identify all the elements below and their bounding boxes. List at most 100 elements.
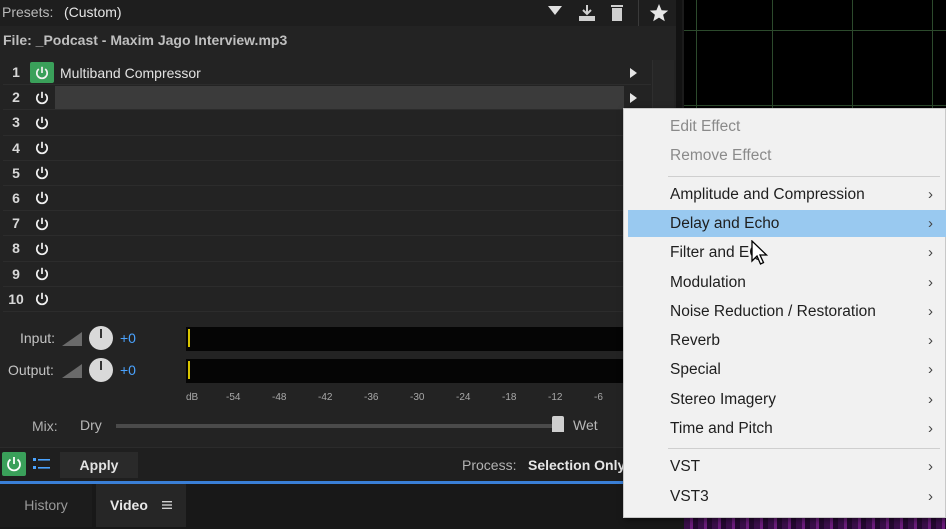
list-icon[interactable] <box>32 455 52 473</box>
slot-power-button[interactable] <box>30 289 54 310</box>
output-gain-value[interactable]: +0 <box>120 362 136 378</box>
menu-item-modulation[interactable]: Modulation › <box>628 269 946 296</box>
slot-power-button[interactable] <box>30 112 54 133</box>
chevron-right-icon: › <box>928 214 933 232</box>
slot-effect-field[interactable] <box>55 212 624 235</box>
slot-power-button[interactable] <box>30 238 54 259</box>
slot-effect-field[interactable] <box>55 288 624 311</box>
menu-item-label: Stereo Imagery <box>670 390 776 408</box>
chevron-right-icon: › <box>928 273 933 291</box>
mix-slider-track[interactable] <box>116 424 556 428</box>
input-level-meter <box>186 327 626 351</box>
chevron-right-icon: › <box>928 185 933 203</box>
chevron-right-icon: › <box>928 302 933 320</box>
slot-power-button[interactable] <box>30 213 54 234</box>
effect-slot[interactable]: 6 <box>3 186 651 212</box>
output-gain-knob[interactable] <box>89 358 113 382</box>
slot-number: 1 <box>12 64 20 80</box>
input-gain-value[interactable]: +0 <box>120 330 136 346</box>
effect-slot[interactable]: 4 <box>3 136 651 161</box>
chevron-right-icon: › <box>928 458 933 476</box>
presets-dropdown[interactable]: (Custom) <box>64 4 122 20</box>
meter-scale: dB -54 -48 -42 -36 -30 -24 -18 -12 -6 <box>186 392 626 406</box>
slot-number: 2 <box>12 89 20 106</box>
effect-slot[interactable]: 3 <box>3 110 651 136</box>
star-icon[interactable] <box>648 3 670 23</box>
tab-video[interactable]: Video <box>96 484 186 527</box>
slot-effect-field[interactable] <box>55 111 624 134</box>
input-gain-knob[interactable] <box>89 326 113 350</box>
power-icon <box>7 457 21 472</box>
menu-item-edit-effect: Edit Effect <box>628 113 946 140</box>
slot-effect-field[interactable] <box>55 137 624 160</box>
master-power-button[interactable] <box>2 452 26 476</box>
mix-label: Mix: <box>32 418 58 434</box>
effect-slot[interactable]: 8 <box>3 236 651 262</box>
menu-item-vst[interactable]: VST › <box>628 453 946 480</box>
slot-number: 7 <box>12 215 20 232</box>
slot-power-button[interactable] <box>30 163 54 184</box>
meter-scale-label: -48 <box>272 392 287 403</box>
grid-line <box>684 30 946 31</box>
power-icon <box>36 267 48 281</box>
tab-history[interactable]: History <box>0 484 92 527</box>
chevron-right-icon: › <box>928 361 933 379</box>
presets-label: Presets: <box>2 4 54 20</box>
menu-item-time-and-pitch[interactable]: Time and Pitch › <box>628 415 946 442</box>
mouse-pointer-icon <box>751 240 768 265</box>
effect-slot[interactable]: 2 <box>3 85 651 111</box>
chevron-down-icon[interactable] <box>548 6 562 15</box>
menu-item-vst3[interactable]: VST3 › <box>628 483 946 510</box>
slot-effect-field[interactable] <box>55 187 624 210</box>
effect-slot[interactable]: 5 <box>3 161 651 186</box>
menu-item-label: VST <box>670 458 701 476</box>
menu-item-noise-reduction-restoration[interactable]: Noise Reduction / Restoration › <box>628 298 946 325</box>
effect-slot[interactable]: 7 <box>3 211 651 237</box>
panel-tab-bar: History Video <box>0 484 690 529</box>
meter-peak-marker <box>188 361 190 379</box>
grid-line <box>684 105 946 106</box>
effect-slot[interactable]: 1 Multiband Compressor <box>3 60 651 86</box>
apply-button[interactable]: Apply <box>60 452 138 478</box>
save-preset-icon[interactable] <box>576 3 598 23</box>
menu-item-label: Special <box>670 361 721 379</box>
slot-effect-name: Multiband Compressor <box>60 65 201 81</box>
power-icon <box>36 292 48 306</box>
process-dropdown[interactable]: Selection Only <box>528 457 625 473</box>
file-name: File: _Podcast - Maxim Jago Interview.mp… <box>3 32 288 48</box>
menu-item-label: Reverb <box>670 332 720 350</box>
slot-menu-arrow-icon[interactable] <box>630 93 637 104</box>
meter-scale-label: -12 <box>548 392 563 403</box>
slot-power-button[interactable] <box>30 62 54 83</box>
menu-item-filter-and-eq[interactable]: Filter and EQ › <box>628 239 946 266</box>
slot-number: 6 <box>12 189 20 206</box>
input-label: Input: <box>20 330 56 346</box>
menu-item-special[interactable]: Special › <box>628 356 946 383</box>
presets-bar: Presets: (Custom) <box>0 0 676 26</box>
slot-number: 3 <box>12 114 20 131</box>
menu-item-stereo-imagery[interactable]: Stereo Imagery › <box>628 386 946 413</box>
slot-power-button[interactable] <box>30 188 54 209</box>
menu-item-reverb[interactable]: Reverb › <box>628 327 946 354</box>
tab-menu-icon[interactable] <box>162 500 172 510</box>
slot-effect-field[interactable] <box>55 263 624 286</box>
slot-menu-arrow-icon[interactable] <box>630 68 637 78</box>
effect-slot[interactable]: 10 <box>3 287 651 312</box>
effect-slot[interactable]: 9 <box>3 262 651 287</box>
mix-slider-thumb[interactable] <box>552 416 564 432</box>
menu-item-amplitude-and-compression[interactable]: Amplitude and Compression › <box>628 181 946 208</box>
menu-item-delay-and-echo[interactable]: Delay and Echo › <box>628 209 946 237</box>
slot-effect-field[interactable] <box>55 162 624 185</box>
menu-separator <box>668 448 940 450</box>
slot-power-button[interactable] <box>30 138 54 159</box>
slot-effect-field[interactable] <box>55 86 624 110</box>
slot-power-button[interactable] <box>30 87 54 108</box>
slot-power-button[interactable] <box>30 264 54 285</box>
slot-number: 8 <box>12 240 20 257</box>
slot-effect-field[interactable] <box>55 237 624 260</box>
trash-icon[interactable] <box>606 3 628 23</box>
meter-scale-label: -36 <box>364 392 379 403</box>
tab-video-label: Video <box>110 497 148 513</box>
wet-label: Wet <box>573 417 598 433</box>
meter-scale-label: -24 <box>456 392 471 403</box>
